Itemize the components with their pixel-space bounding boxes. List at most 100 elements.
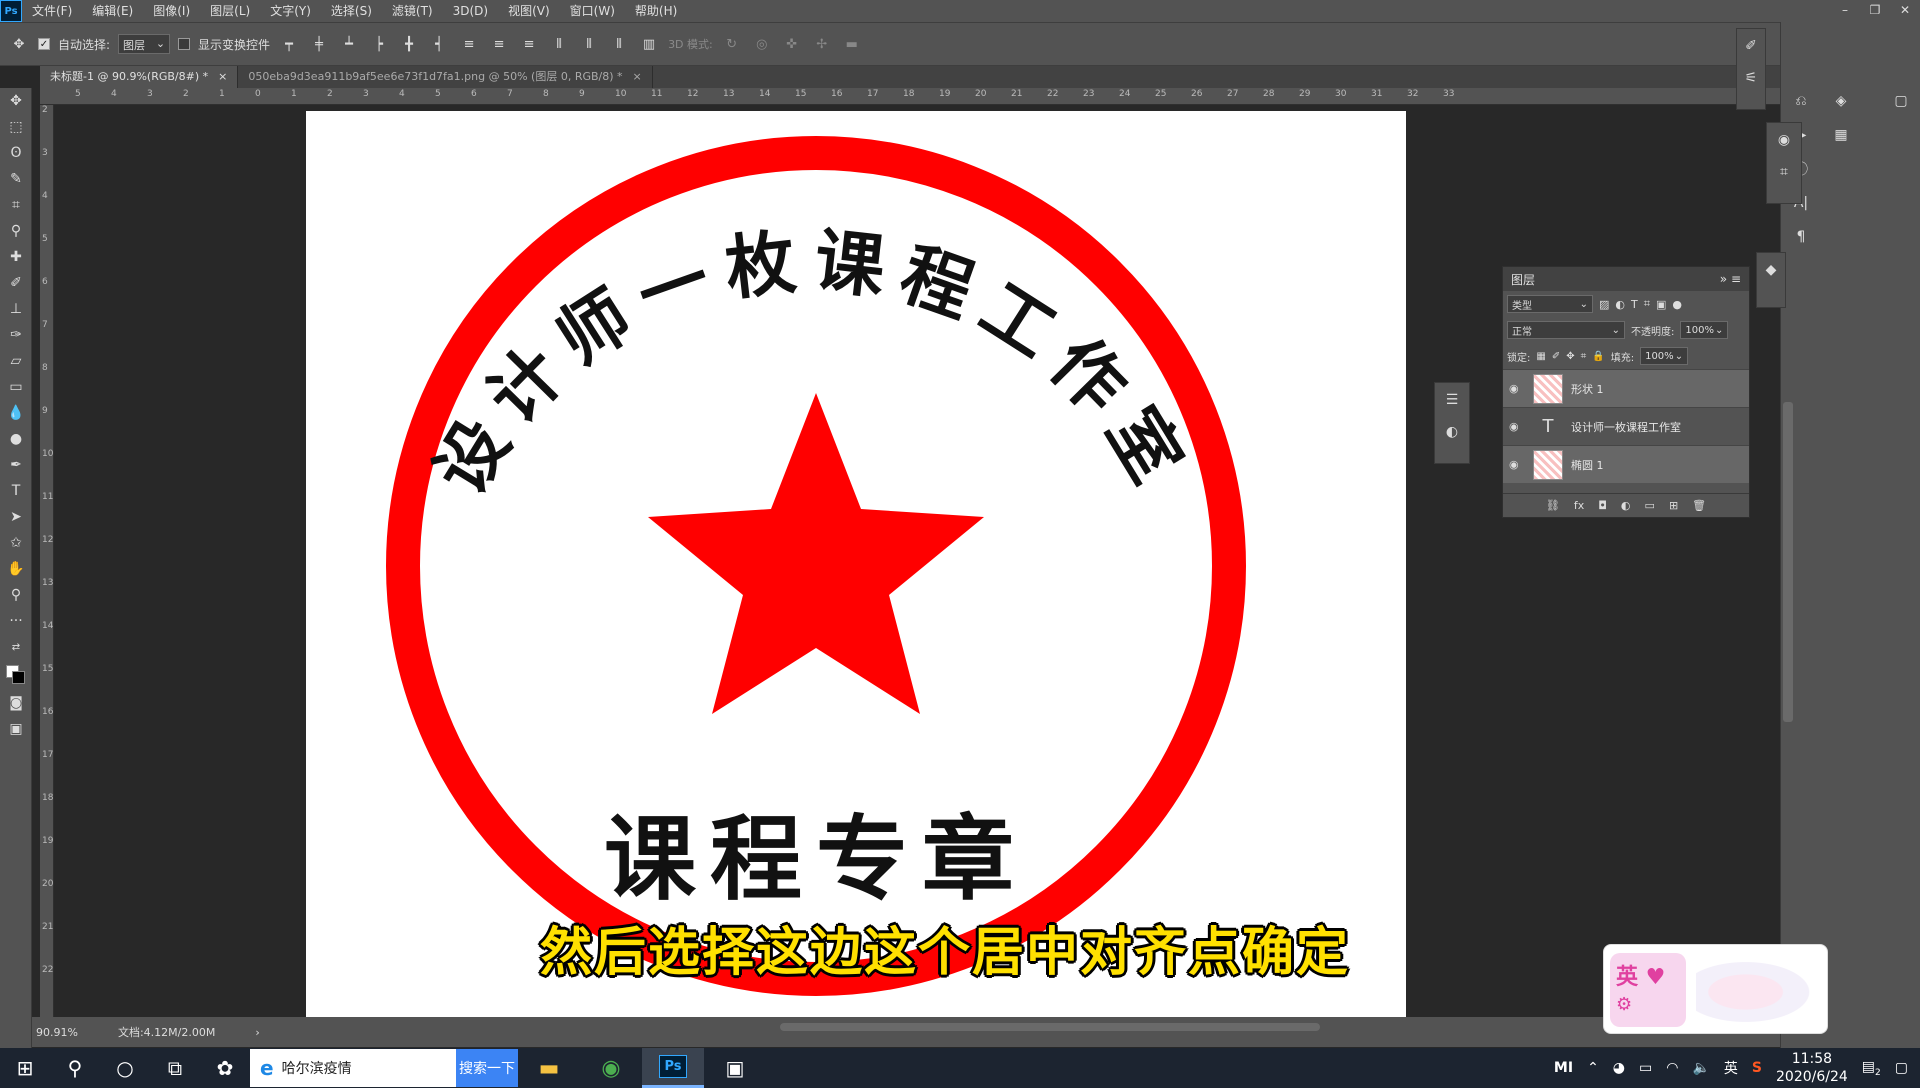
shape-icon[interactable]: ✩ — [0, 530, 32, 556]
ime-language-box[interactable]: 英 ♥ ⚙ — [1610, 953, 1686, 1027]
distribute-right-icon[interactable]: ⦀ — [608, 33, 630, 55]
brush-presets-icon[interactable]: ⚟ — [1738, 65, 1764, 91]
distribute-left-icon[interactable]: ⦀ — [548, 33, 570, 55]
align-bottom-icon[interactable]: ┷ — [338, 33, 360, 55]
chevron-right-icon[interactable]: › — [255, 1026, 259, 1039]
layer-row[interactable]: ◉ 形状 1 — [1503, 369, 1749, 407]
swap-colors-icon[interactable]: ⇄ — [0, 634, 32, 660]
lock-all-icon[interactable]: 🔒 — [1592, 351, 1604, 362]
windows-start-icon[interactable]: ⊞ — [0, 1048, 50, 1088]
filter-adjust-icon[interactable]: ◐ — [1615, 298, 1625, 311]
3d-slide-icon[interactable]: ✢ — [811, 33, 833, 55]
stamp-icon[interactable]: ⊥ — [0, 296, 32, 322]
adjustments-icon[interactable]: ◉ — [1771, 127, 1797, 153]
align-hcenter-icon[interactable]: ╋ — [398, 33, 420, 55]
close-icon[interactable]: × — [633, 66, 642, 88]
marquee-icon[interactable]: ⬚ — [0, 114, 32, 140]
filter-shape-icon[interactable]: ⌗ — [1644, 297, 1650, 311]
filter-type-icon[interactable]: T — [1631, 298, 1638, 311]
task-view-icon[interactable]: ⧉ — [150, 1048, 200, 1088]
quick-select-icon[interactable]: ✎ — [0, 166, 32, 192]
qq-icon[interactable]: ◕ — [1613, 1060, 1625, 1076]
menu-filter[interactable]: 滤镜(T) — [382, 0, 443, 22]
lock-paint-icon[interactable]: ✐ — [1552, 351, 1560, 362]
zoom-icon[interactable]: ⚲ — [0, 582, 32, 608]
clock[interactable]: 11:58 2020/6/24 — [1776, 1050, 1848, 1086]
color-icon[interactable]: ◈ — [1828, 88, 1854, 114]
3d-rotate-icon[interactable]: ↻ — [721, 33, 743, 55]
layer-row[interactable]: ◉ 椭圆 1 — [1503, 445, 1749, 483]
menu-help[interactable]: 帮助(H) — [625, 0, 687, 22]
new-layer-icon[interactable]: ⊞ — [1669, 499, 1678, 512]
pinwheel-app-icon[interactable]: ✿ — [200, 1048, 250, 1088]
filter-toggle-icon[interactable]: ● — [1672, 298, 1682, 311]
paragraph-icon[interactable]: ¶ — [1788, 224, 1814, 250]
browser-app-icon[interactable]: ◉ — [580, 1048, 642, 1088]
eyedropper-icon[interactable]: ⚲ — [0, 218, 32, 244]
search-icon[interactable]: ⚲ — [50, 1048, 100, 1088]
link-icon[interactable]: ⛓ — [1546, 499, 1560, 512]
file-explorer-icon[interactable]: ▬ — [518, 1048, 580, 1088]
3d-scale-icon[interactable]: ▬ — [841, 33, 863, 55]
layers-panel-title[interactable]: 图层 — [1511, 271, 1535, 288]
align-top-icon[interactable]: ┯ — [278, 33, 300, 55]
auto-select-checkbox[interactable]: ✓ — [38, 38, 50, 50]
zoom-level[interactable]: 90.91% — [36, 1026, 78, 1039]
color-swatches-icon[interactable] — [0, 660, 32, 690]
lock-pixels-icon[interactable]: ▦ — [1536, 351, 1545, 362]
input-language[interactable]: 英 — [1724, 1058, 1738, 1078]
quick-mask-icon[interactable]: ◙ — [0, 690, 32, 716]
move-tool-icon[interactable]: ✥ — [8, 33, 30, 55]
gradient-icon[interactable]: ▭ — [0, 374, 32, 400]
healing-icon[interactable]: ✚ — [0, 244, 32, 270]
adjustment-layer-icon[interactable]: ◐ — [1621, 499, 1631, 512]
menu-image[interactable]: 图像(I) — [143, 0, 200, 22]
battery-icon[interactable]: ▭ — [1639, 1060, 1652, 1076]
menu-edit[interactable]: 编辑(E) — [82, 0, 143, 22]
eraser-icon[interactable]: ▱ — [0, 348, 32, 374]
libraries-icon[interactable]: ▢ — [1888, 88, 1914, 114]
properties-icon[interactable]: ☰ — [1439, 387, 1465, 413]
history-icon[interactable]: ⎌ — [1788, 88, 1814, 114]
menu-window[interactable]: 窗口(W) — [560, 0, 625, 22]
menu-layer[interactable]: 图层(L) — [200, 0, 260, 22]
doc-size[interactable]: 文档:4.12M/2.00M — [118, 1024, 215, 1040]
filter-pixel-icon[interactable]: ▨ — [1599, 298, 1609, 311]
trash-icon[interactable]: 🗑 — [1692, 499, 1706, 512]
document-canvas[interactable]: 设计师一枚课程工作室 课程专章 — [306, 111, 1406, 1021]
menu-view[interactable]: 视图(V) — [498, 0, 560, 22]
move-icon[interactable]: ✥ — [0, 88, 32, 114]
fx-icon[interactable]: fx — [1574, 499, 1584, 512]
hand-icon[interactable]: ✋ — [0, 556, 32, 582]
eye-icon[interactable]: ◉ — [1509, 382, 1525, 395]
menu-file[interactable]: 文件(F) — [22, 0, 82, 22]
folder-icon[interactable]: ▭ — [1645, 499, 1655, 512]
filter-smart-icon[interactable]: ▣ — [1656, 298, 1666, 311]
tab-document-1[interactable]: 未标题-1 @ 90.9%(RGB/8#) * × — [40, 66, 239, 88]
dodge-icon[interactable]: ● — [0, 426, 32, 452]
cortana-icon[interactable]: ○ — [100, 1048, 150, 1088]
ime-widget[interactable]: 英 ♥ ⚙ — [1603, 944, 1828, 1034]
notification-icon[interactable]: ▤2 — [1862, 1059, 1881, 1078]
type-icon[interactable]: T — [0, 478, 32, 504]
video-recorder-icon[interactable]: ▣ — [704, 1048, 766, 1088]
mi-icon[interactable]: MI — [1554, 1060, 1573, 1076]
close-icon[interactable]: × — [218, 66, 227, 88]
brush-settings-icon[interactable]: ✐ — [1738, 33, 1764, 59]
crop-icon[interactable]: ⌗ — [0, 192, 32, 218]
align-vcenter-icon[interactable]: ╪ — [308, 33, 330, 55]
minimize-button[interactable]: – — [1830, 0, 1860, 20]
paths-icon[interactable]: ⌗ — [1771, 159, 1797, 185]
chevron-up-icon[interactable]: ⌃ — [1587, 1060, 1599, 1076]
lasso-icon[interactable]: ʘ — [0, 140, 32, 166]
eye-icon[interactable]: ◉ — [1509, 420, 1525, 433]
opacity-field[interactable]: 100% ⌄ — [1680, 321, 1729, 339]
lock-position-icon[interactable]: ✥ — [1566, 351, 1574, 362]
menu-type[interactable]: 文字(Y) — [260, 0, 321, 22]
mask-icon[interactable]: ◘ — [1598, 499, 1607, 512]
horizontal-scrollbar[interactable] — [780, 1023, 1320, 1031]
distribute-top-icon[interactable]: ≡ — [458, 33, 480, 55]
restore-button[interactable]: ❐ — [1860, 0, 1890, 20]
brush-icon[interactable]: ✐ — [0, 270, 32, 296]
layers-stack-icon[interactable]: ◆ — [1758, 257, 1784, 283]
